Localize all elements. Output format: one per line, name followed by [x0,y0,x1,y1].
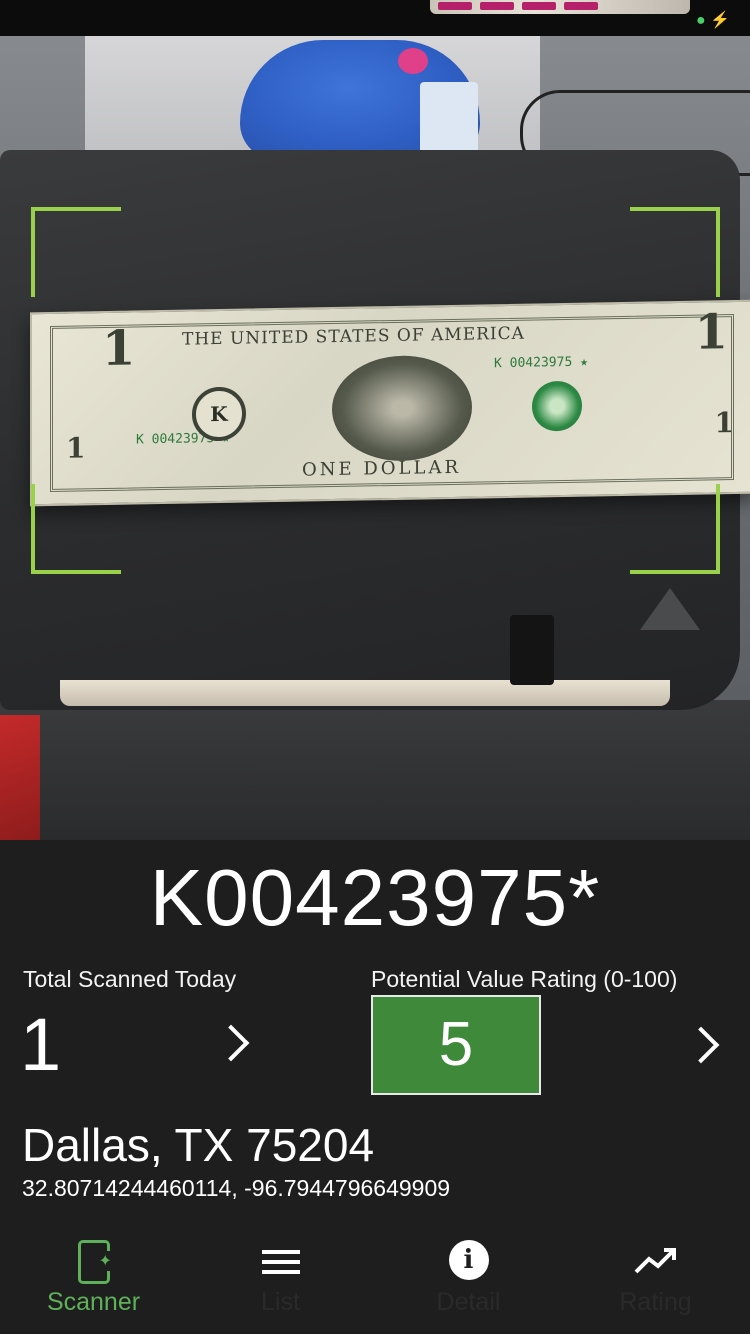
scanner-phone-icon [77,1240,112,1284]
tab-label: Detail [436,1288,501,1316]
tab-rating[interactable]: Rating [562,1232,749,1334]
notebook-logo [640,588,700,630]
tab-list[interactable]: List [187,1232,374,1334]
tab-label: Scanner [46,1288,141,1316]
dollar-banknote: 1 1 1 1 THE UNITED STATES OF AMERICA K 0… [30,299,750,507]
trending-up-icon [634,1246,678,1276]
notebook-pages [60,680,670,706]
scan-frame-corner-bottom-right [630,484,720,574]
battery-charging-icon: ● ⚡ [695,12,730,29]
camera-viewfinder[interactable]: ● ⚡ 1 1 1 1 THE UNITED STATES OF AMERICA… [0,0,750,840]
rating-value-badge: 5 [371,995,541,1095]
rating-label: Potential Value Rating (0-100) [371,966,678,992]
total-scanned-value: 1 [20,1003,62,1086]
denomination-numeral: 1 [66,431,86,465]
tab-label: List [261,1288,300,1316]
info-icon: i [448,1240,489,1280]
denomination-numeral: 1 [714,406,734,440]
note-footer-text: ONE DOLLAR [302,456,462,481]
keyboard-edge [430,0,690,14]
tab-detail[interactable]: i Detail [375,1232,562,1334]
notebook-elastic [510,615,554,685]
tab-scanner[interactable]: Scanner [0,1232,187,1334]
scan-frame-corner-top-right [630,207,720,297]
note-serial-text: K 00423975 ★ [494,354,588,372]
scan-frame-corner-bottom-left [31,484,121,574]
denomination-numeral: 1 [694,304,728,361]
location-city: Dallas, TX 75204 [22,1119,375,1171]
background-cloth [0,715,40,840]
denomination-numeral: 1 [102,320,136,378]
scan-frame-corner-top-left [31,207,121,297]
camera-background-keyboard: ● ⚡ [0,0,750,36]
background-plush-toy [240,40,480,160]
scanned-serial-number: K00423975* [149,853,601,942]
location-coordinates: 32.80714244460114, -96.7944796649909 [22,1175,451,1201]
list-icon [261,1250,300,1276]
bottom-tab-bar: Scanner List i Detail Rating [0,1232,750,1334]
tab-label: Rating [619,1288,692,1316]
total-scanned-label: Total Scanned Today [23,966,237,992]
chevron-right-icon[interactable] [212,1024,250,1062]
background-desk [0,700,750,840]
chevron-right-icon[interactable] [682,1026,720,1064]
